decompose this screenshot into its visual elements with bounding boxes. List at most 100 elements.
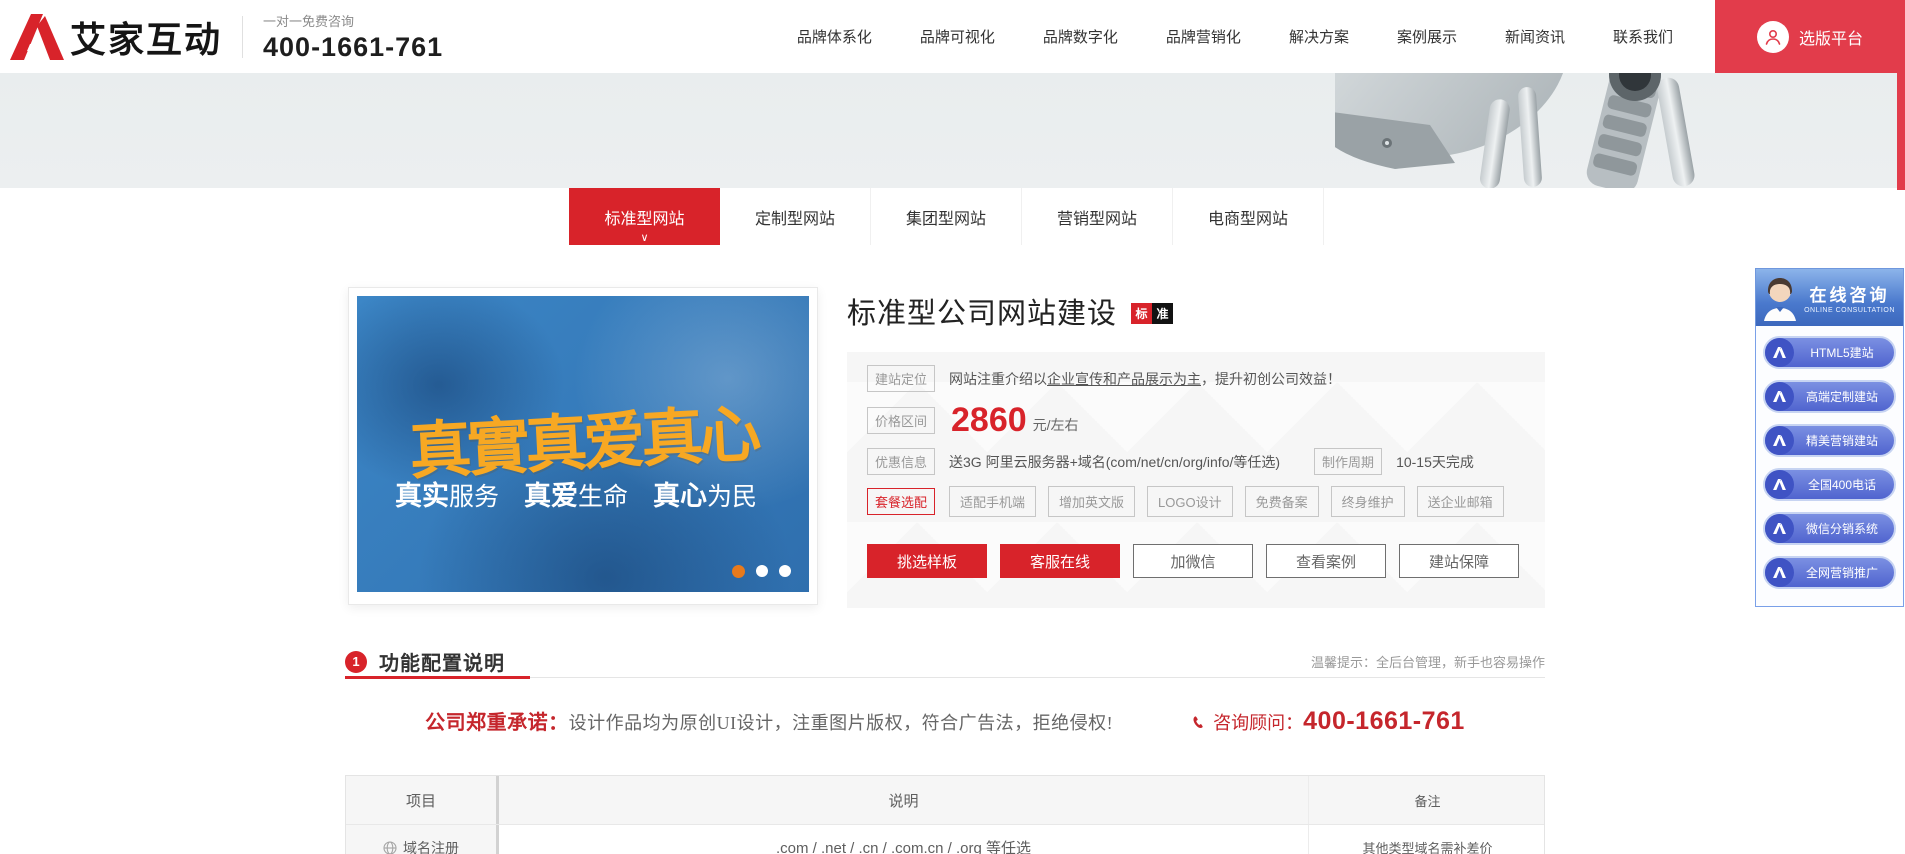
- brand-mark-icon: [1765, 558, 1794, 587]
- section-title: 功能配置说明: [379, 647, 505, 676]
- right-edge-accent: [1897, 55, 1905, 190]
- package-option-mobile[interactable]: 适配手机端: [949, 486, 1036, 517]
- tab-standard-site[interactable]: 标准型网站 ∨: [569, 188, 720, 245]
- promise-body: 设计作品均为原创UI设计，注重图片版权，符合广告法，拒绝侵权!: [569, 713, 1113, 733]
- positioning-suffix: ，提升初创公司效益！: [1201, 371, 1341, 387]
- promo-text: 送3G 阿里云服务器+域名(com/net/cn/org/info/等任选): [949, 452, 1280, 472]
- config-table: 项目 说明 备注 域名注册 .com / .net / .cn / .com.c…: [345, 775, 1545, 854]
- brand-mark-icon: [1765, 382, 1794, 411]
- consultant-phone: 400-1661-761: [1303, 707, 1465, 736]
- promo-label: 优惠信息: [867, 448, 935, 475]
- consult-item-label: 全网营销推广: [1794, 564, 1894, 581]
- consult-label: 一对一免费咨询: [263, 11, 443, 30]
- consult-item-label: 高端定制建站: [1794, 388, 1894, 405]
- page-title: 标准型公司网站建设: [847, 290, 1117, 332]
- promo-row: 优惠信息 送3G 阿里云服务器+域名(com/net/cn/org/info/等…: [867, 448, 1545, 475]
- brand-mark-icon: [1765, 338, 1794, 367]
- carousel-dot-2[interactable]: [756, 565, 768, 577]
- header-consult-block: 一对一免费咨询 400-1661-761: [263, 11, 443, 63]
- slide-slogan: 真实服务 真爱生命 真心为民: [357, 474, 795, 513]
- consult-item-custom[interactable]: 高端定制建站: [1763, 380, 1896, 413]
- nav-item-brand-visual[interactable]: 品牌可视化: [920, 26, 995, 47]
- cycle-text: 10-15天完成: [1396, 452, 1474, 472]
- package-option-icp[interactable]: 免费备案: [1245, 486, 1319, 517]
- positioning-link[interactable]: 企业宣传和产品展示为主: [1047, 371, 1201, 387]
- promise-label: 公司郑重承诺：: [425, 712, 569, 734]
- positioning-prefix: 网站注重介绍以: [949, 371, 1047, 387]
- customer-service-button[interactable]: 客服在线: [1000, 544, 1120, 578]
- nav-item-brand-system[interactable]: 品牌体系化: [797, 26, 872, 47]
- section-underline: [345, 676, 530, 679]
- cycle-label: 制作周期: [1314, 448, 1382, 475]
- carousel-dot-3[interactable]: [779, 565, 791, 577]
- package-option-mailbox[interactable]: 送企业邮箱: [1417, 486, 1504, 517]
- nav-item-cases[interactable]: 案例展示: [1397, 26, 1457, 47]
- brand-mark-icon: [1765, 514, 1794, 543]
- slogan-rest: 为民: [707, 483, 757, 511]
- price-label: 价格区间: [867, 407, 935, 434]
- positioning-text: 网站注重介绍以企业宣传和产品展示为主，提升初创公司效益！: [949, 369, 1341, 389]
- brand-mark-icon: [1765, 470, 1794, 499]
- nav-item-brand-marketing[interactable]: 品牌营销化: [1166, 26, 1241, 47]
- view-cases-button[interactable]: 查看案例: [1266, 544, 1386, 578]
- consult-widget-header: 在线咨询 ONLINE CONSULTATION: [1755, 268, 1904, 326]
- tab-ecommerce-site[interactable]: 电商型网站: [1173, 188, 1324, 245]
- consultant-label: 咨询顾问：: [1213, 709, 1303, 735]
- main-nav: 品牌体系化 品牌可视化 品牌数字化 品牌营销化 解决方案 案例展示 新闻资讯 联…: [773, 0, 1697, 73]
- consult-item-promotion[interactable]: 全网营销推广: [1763, 556, 1896, 589]
- slogan-bold: 真心: [653, 481, 707, 511]
- table-header-item: 项目: [346, 776, 496, 824]
- package-label: 套餐选配: [867, 488, 935, 515]
- carousel-slide: 真實真爱真心 真实服务 真爱生命 真心为民: [357, 296, 809, 592]
- section-number-badge: 1: [345, 651, 367, 673]
- tab-custom-site[interactable]: 定制型网站: [720, 188, 871, 245]
- package-option-english[interactable]: 增加英文版: [1048, 486, 1135, 517]
- pick-template-button[interactable]: 挑选样板: [867, 544, 987, 578]
- logo[interactable]: 艾家互动: [0, 11, 222, 63]
- nav-item-news[interactable]: 新闻资讯: [1505, 26, 1565, 47]
- globe-icon: [383, 841, 397, 854]
- tab-group-site[interactable]: 集团型网站: [871, 188, 1022, 245]
- nav-item-solutions[interactable]: 解决方案: [1289, 26, 1349, 47]
- table-cell-item-label: 域名注册: [403, 838, 459, 854]
- promise-text: 公司郑重承诺：设计作品均为原创UI设计，注重图片版权，符合广告法，拒绝侵权!: [425, 706, 1113, 735]
- consult-item-wechat-distribution[interactable]: 微信分销系统: [1763, 512, 1896, 545]
- consult-item-html5[interactable]: HTML5建站: [1763, 336, 1896, 369]
- package-option-maintenance[interactable]: 终身维护: [1331, 486, 1405, 517]
- slogan-bold: 真实: [395, 481, 449, 511]
- product-title-row: 标准型公司网站建设 标 准: [847, 290, 1173, 332]
- template-platform-button[interactable]: 选版平台: [1715, 0, 1905, 73]
- table-cell-desc: .com / .net / .cn / .com.cn / .org 等任选: [496, 825, 1308, 854]
- positioning-row: 建站定位 网站注重介绍以企业宣传和产品展示为主，提升初创公司效益！: [867, 365, 1545, 392]
- page: 艾家互动 一对一免费咨询 400-1661-761 品牌体系化 品牌可视化 品牌…: [0, 0, 1905, 854]
- consult-widget-body: HTML5建站 高端定制建站 精美营销建站 全国400电话 微信分销系统 全网营…: [1755, 326, 1904, 607]
- consult-item-label: 精美营销建站: [1794, 432, 1894, 449]
- tab-label: 定制型网站: [755, 205, 835, 229]
- logo-text: 艾家互动: [70, 11, 222, 63]
- nav-item-brand-digital[interactable]: 品牌数字化: [1043, 26, 1118, 47]
- slogan-bold: 真爱: [524, 481, 578, 511]
- tab-label: 集团型网站: [906, 205, 986, 229]
- package-option-logo[interactable]: LOGO设计: [1147, 486, 1233, 517]
- online-consult-widget: 在线咨询 ONLINE CONSULTATION HTML5建站 高端定制建站 …: [1755, 268, 1904, 607]
- nav-item-contact[interactable]: 联系我们: [1613, 26, 1673, 47]
- consult-item-marketing[interactable]: 精美营销建站: [1763, 424, 1896, 457]
- template-platform-label: 选版平台: [1799, 25, 1863, 49]
- carousel-dot-1[interactable]: [732, 565, 745, 578]
- consult-item-400phone[interactable]: 全国400电话: [1763, 468, 1896, 501]
- tab-marketing-site[interactable]: 营销型网站: [1022, 188, 1173, 245]
- site-guarantee-button[interactable]: 建站保障: [1399, 544, 1519, 578]
- consult-item-label: 微信分销系统: [1794, 520, 1894, 537]
- package-row: 套餐选配 适配手机端 增加英文版 LOGO设计 免费备案 终身维护 送企业邮箱: [867, 486, 1545, 517]
- positioning-label: 建站定位: [867, 365, 935, 392]
- price-value: 2860: [951, 403, 1027, 437]
- product-info-panel: 建站定位 网站注重介绍以企业宣传和产品展示为主，提升初创公司效益！ 价格区间 2…: [847, 352, 1545, 608]
- section-tip: 温馨提示：全后台管理，新手也容易操作: [1311, 652, 1545, 671]
- tab-label: 电商型网站: [1208, 205, 1288, 229]
- slogan-rest: 生命: [578, 483, 628, 511]
- hero-banner: [0, 73, 1905, 188]
- carousel-dots: [732, 565, 791, 578]
- section-function-config: 1 功能配置说明 温馨提示：全后台管理，新手也容易操作: [345, 646, 1545, 678]
- add-wechat-button[interactable]: 加微信: [1133, 544, 1253, 578]
- brand-mark-icon: [1765, 426, 1794, 455]
